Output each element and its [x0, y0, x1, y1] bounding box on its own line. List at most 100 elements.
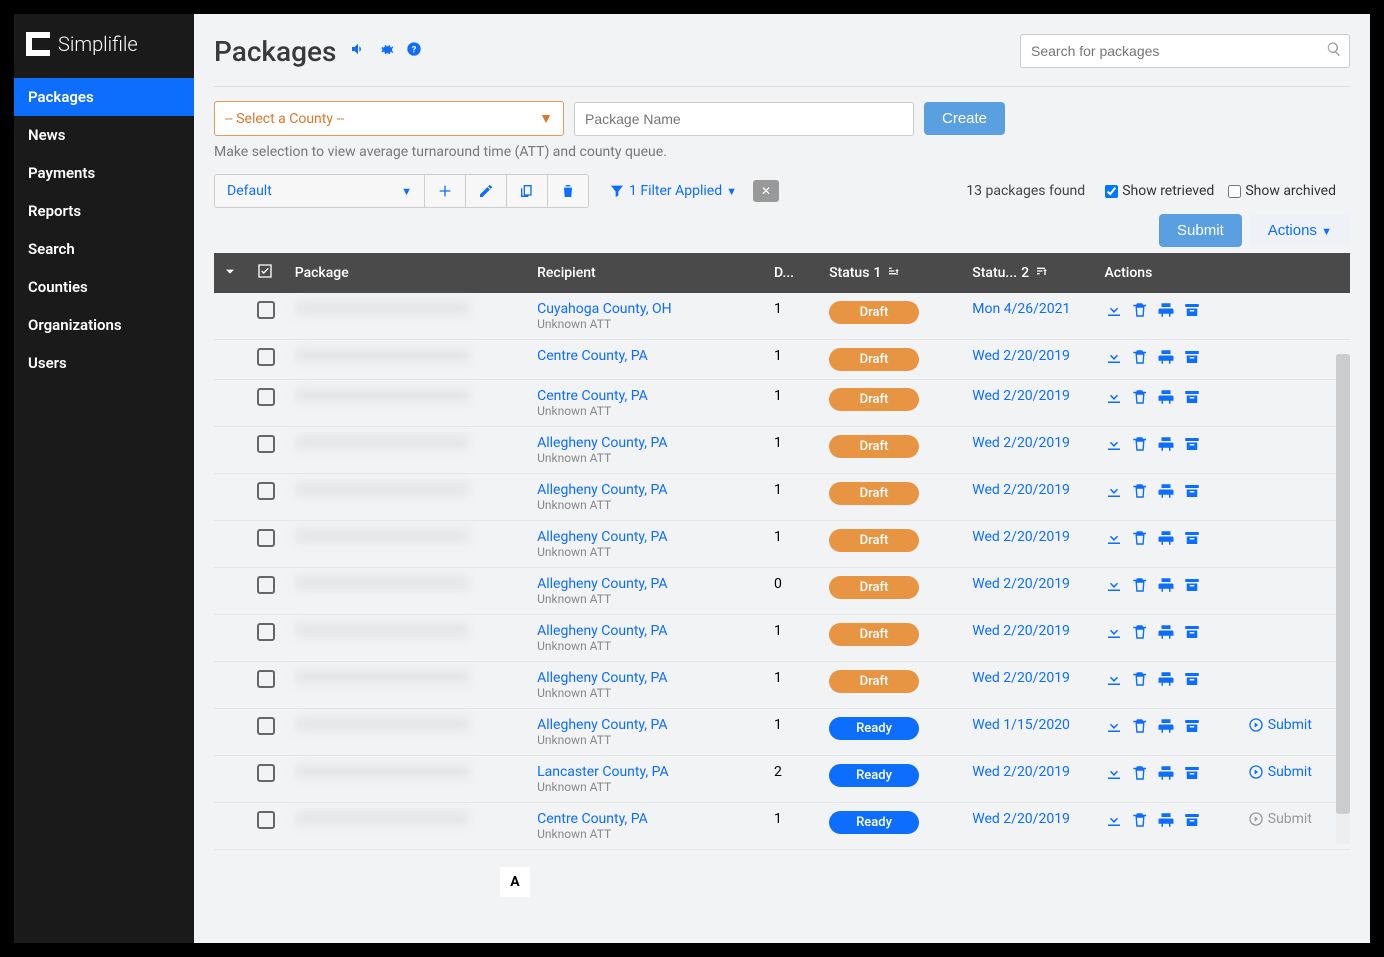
archive-icon[interactable]: [1183, 435, 1201, 457]
add-button[interactable]: [425, 175, 466, 207]
recipient-link[interactable]: Allegheny County, PA: [537, 670, 758, 686]
row-checkbox[interactable]: [257, 482, 275, 500]
status-date[interactable]: Wed 2/20/2019: [972, 482, 1070, 498]
row-checkbox[interactable]: [257, 670, 275, 688]
recipient-link[interactable]: Centre County, PA: [537, 388, 758, 404]
trash-icon[interactable]: [1131, 670, 1149, 692]
archive-icon[interactable]: [1183, 388, 1201, 410]
print-icon[interactable]: [1157, 623, 1175, 645]
print-icon[interactable]: [1157, 482, 1175, 504]
col-select-all[interactable]: [249, 253, 286, 293]
actions-dropdown[interactable]: Actions ▼: [1250, 214, 1350, 247]
nav-item-users[interactable]: Users: [14, 344, 194, 382]
nav-item-organizations[interactable]: Organizations: [14, 306, 194, 344]
status-date[interactable]: Wed 2/20/2019: [972, 623, 1070, 639]
row-checkbox[interactable]: [257, 764, 275, 782]
show-retrieved-checkbox[interactable]: Show retrieved: [1105, 183, 1214, 199]
archive-icon[interactable]: [1183, 717, 1201, 739]
archive-icon[interactable]: [1183, 811, 1201, 833]
archive-icon[interactable]: [1183, 301, 1201, 323]
recipient-link[interactable]: Lancaster County, PA: [537, 764, 758, 780]
show-archived-checkbox[interactable]: Show archived: [1228, 183, 1336, 199]
row-submit-link[interactable]: Submit: [1248, 764, 1312, 780]
download-icon[interactable]: [1105, 301, 1123, 323]
create-button[interactable]: Create: [924, 102, 1005, 135]
trash-icon[interactable]: [1131, 717, 1149, 739]
edit-button[interactable]: [466, 175, 507, 207]
download-icon[interactable]: [1105, 811, 1123, 833]
recipient-link[interactable]: Centre County, PA: [537, 348, 758, 364]
trash-icon[interactable]: [1131, 811, 1149, 833]
print-icon[interactable]: [1157, 388, 1175, 410]
download-icon[interactable]: [1105, 388, 1123, 410]
trash-icon[interactable]: [1131, 348, 1149, 370]
row-submit-link[interactable]: Submit: [1248, 811, 1312, 827]
package-name-input[interactable]: [574, 102, 914, 136]
recipient-link[interactable]: Allegheny County, PA: [537, 529, 758, 545]
nav-item-packages[interactable]: Packages: [14, 78, 194, 116]
archive-icon[interactable]: [1183, 576, 1201, 598]
status-date[interactable]: Mon 4/26/2021: [972, 301, 1070, 317]
status-date[interactable]: Wed 2/20/2019: [972, 576, 1070, 592]
col-package[interactable]: Package: [287, 253, 529, 293]
download-icon[interactable]: [1105, 576, 1123, 598]
archive-icon[interactable]: [1183, 623, 1201, 645]
print-icon[interactable]: [1157, 717, 1175, 739]
recipient-link[interactable]: Allegheny County, PA: [537, 717, 758, 733]
search-icon[interactable]: [1326, 41, 1342, 61]
trash-icon[interactable]: [1131, 576, 1149, 598]
scrollbar[interactable]: [1336, 354, 1350, 844]
download-icon[interactable]: [1105, 623, 1123, 645]
print-icon[interactable]: [1157, 670, 1175, 692]
recipient-link[interactable]: Allegheny County, PA: [537, 576, 758, 592]
status-date[interactable]: Wed 2/20/2019: [972, 388, 1070, 404]
status-date[interactable]: Wed 2/20/2019: [972, 435, 1070, 451]
recipient-link[interactable]: Allegheny County, PA: [537, 435, 758, 451]
col-expand[interactable]: [214, 253, 249, 293]
nav-item-reports[interactable]: Reports: [14, 192, 194, 230]
clear-filter-button[interactable]: ✕: [753, 180, 779, 202]
col-d[interactable]: D...: [766, 253, 821, 293]
print-icon[interactable]: [1157, 529, 1175, 551]
archive-icon[interactable]: [1183, 529, 1201, 551]
trash-icon[interactable]: [1131, 435, 1149, 457]
print-icon[interactable]: [1157, 435, 1175, 457]
print-icon[interactable]: [1157, 301, 1175, 323]
trash-icon[interactable]: [1131, 388, 1149, 410]
status-date[interactable]: Wed 2/20/2019: [972, 348, 1070, 364]
search-input[interactable]: [1020, 34, 1350, 68]
download-icon[interactable]: [1105, 435, 1123, 457]
trash-icon[interactable]: [1131, 764, 1149, 786]
nav-item-payments[interactable]: Payments: [14, 154, 194, 192]
submit-button[interactable]: Submit: [1159, 214, 1242, 247]
status-date[interactable]: Wed 2/20/2019: [972, 670, 1070, 686]
help-icon[interactable]: ?: [406, 41, 422, 61]
download-icon[interactable]: [1105, 348, 1123, 370]
trash-icon[interactable]: [1131, 301, 1149, 323]
recipient-link[interactable]: Allegheny County, PA: [537, 623, 758, 639]
status-date[interactable]: Wed 2/20/2019: [972, 811, 1070, 827]
status-date[interactable]: Wed 2/20/2019: [972, 529, 1070, 545]
row-checkbox[interactable]: [257, 717, 275, 735]
status-date[interactable]: Wed 2/20/2019: [972, 764, 1070, 780]
download-icon[interactable]: [1105, 717, 1123, 739]
archive-icon[interactable]: [1183, 482, 1201, 504]
download-icon[interactable]: [1105, 670, 1123, 692]
recipient-link[interactable]: Allegheny County, PA: [537, 482, 758, 498]
print-icon[interactable]: [1157, 811, 1175, 833]
nav-item-news[interactable]: News: [14, 116, 194, 154]
gear-icon[interactable]: [378, 41, 394, 61]
col-status[interactable]: Status 1: [821, 253, 964, 293]
archive-icon[interactable]: [1183, 348, 1201, 370]
row-checkbox[interactable]: [257, 388, 275, 406]
download-icon[interactable]: [1105, 529, 1123, 551]
row-checkbox[interactable]: [257, 348, 275, 366]
status-date[interactable]: Wed 1/15/2020: [972, 717, 1070, 733]
row-checkbox[interactable]: [257, 811, 275, 829]
view-selector[interactable]: Default ▼: [215, 175, 425, 207]
nav-item-counties[interactable]: Counties: [14, 268, 194, 306]
archive-icon[interactable]: [1183, 764, 1201, 786]
print-icon[interactable]: [1157, 576, 1175, 598]
filter-applied[interactable]: 1 Filter Applied ▼: [599, 183, 747, 199]
download-icon[interactable]: [1105, 764, 1123, 786]
